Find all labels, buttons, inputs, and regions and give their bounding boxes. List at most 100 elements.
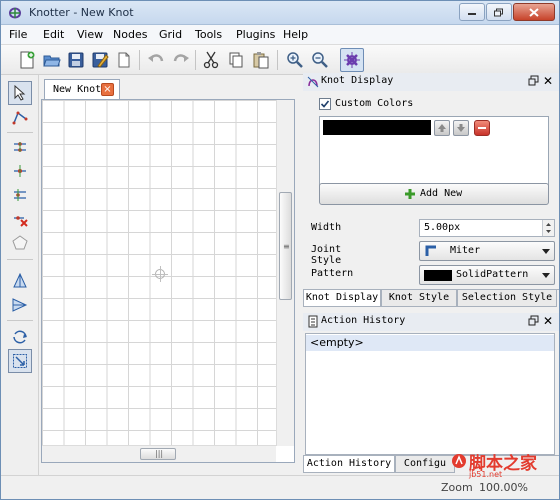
- zoom-out-icon: [312, 52, 328, 68]
- tab-knot-display[interactable]: Knot Display: [303, 290, 381, 307]
- scissors-icon: [203, 51, 219, 69]
- dropdown-caret-icon: [542, 273, 550, 278]
- menu-bar: File Edit View Nodes Grid Tools Plugins …: [1, 25, 559, 45]
- knot-display-icon: [307, 76, 319, 88]
- restore-button[interactable]: [486, 3, 512, 21]
- close-panel-icon[interactable]: ✕: [543, 74, 553, 88]
- vertical-scrollbar[interactable]: ≡: [276, 100, 294, 446]
- joint-style-value: Miter: [450, 245, 481, 256]
- action-history-title-bar: Action History ✕: [303, 313, 559, 331]
- save-button[interactable]: [64, 48, 88, 72]
- float-panel-icon[interactable]: [528, 75, 539, 86]
- joint-style-combo[interactable]: Miter: [419, 241, 555, 261]
- arrow-up-icon: [438, 124, 446, 132]
- select-tool[interactable]: [8, 81, 32, 105]
- document-area: New Knot × ≡ |||: [41, 79, 295, 463]
- paste-button[interactable]: [249, 48, 273, 72]
- document-tab[interactable]: New Knot ×: [44, 79, 120, 99]
- pattern-value: SolidPattern: [456, 269, 529, 280]
- horizontal-scrollbar[interactable]: |||: [42, 445, 276, 462]
- knot-canvas-grid[interactable]: [42, 100, 276, 446]
- redo-button[interactable]: [169, 48, 193, 72]
- width-label: Width: [311, 222, 342, 233]
- knot-icon: [344, 52, 360, 68]
- insert-node-icon: [14, 189, 26, 201]
- tab-configure[interactable]: Configu: [395, 456, 455, 473]
- minimize-icon: [468, 13, 476, 15]
- watermark: 脚本之家 jb51.net: [451, 447, 551, 487]
- app-window: Knotter - New Knot File Edit View Nodes …: [0, 0, 560, 500]
- polygon-tool[interactable]: [8, 231, 32, 255]
- copy-button[interactable]: [224, 48, 248, 72]
- open-file-button[interactable]: [40, 48, 64, 72]
- horizontal-scroll-thumb[interactable]: |||: [140, 448, 176, 460]
- new-file-button[interactable]: [15, 48, 39, 72]
- flip-horizontal-tool[interactable]: [8, 293, 32, 317]
- minimize-button[interactable]: [459, 3, 485, 21]
- checkmark-icon: [320, 100, 330, 108]
- menu-tools[interactable]: Tools: [195, 28, 222, 41]
- tab-selection-style[interactable]: Selection Style: [457, 290, 557, 307]
- close-tab-icon[interactable]: ×: [101, 83, 114, 96]
- undo-button[interactable]: [144, 48, 168, 72]
- save-as-button[interactable]: [88, 48, 112, 72]
- zoom-out-button[interactable]: [308, 48, 332, 72]
- zoom-in-button[interactable]: [283, 48, 307, 72]
- link-nodes-tool[interactable]: [8, 135, 32, 159]
- erase-node-tool[interactable]: [8, 207, 32, 231]
- close-window-button[interactable]: [513, 3, 555, 21]
- menu-grid[interactable]: Grid: [159, 28, 182, 41]
- menu-view[interactable]: View: [77, 28, 103, 41]
- width-spinbox[interactable]: 5.00px: [419, 219, 555, 237]
- export-button[interactable]: [112, 48, 136, 72]
- insert-node-tool[interactable]: [8, 183, 32, 207]
- knot-display-title: Knot Display: [321, 75, 394, 86]
- color-swatch[interactable]: [323, 120, 431, 135]
- float-panel-icon[interactable]: [528, 315, 539, 326]
- scale-tool[interactable]: [8, 349, 32, 373]
- move-color-up-button[interactable]: [434, 120, 450, 136]
- add-new-color-button[interactable]: Add New: [319, 183, 549, 205]
- pattern-combo[interactable]: SolidPattern: [419, 265, 555, 285]
- width-spin-buttons[interactable]: [542, 220, 554, 236]
- tab-knot-style[interactable]: Knot Style: [381, 290, 457, 307]
- copy-icon: [229, 52, 243, 68]
- paste-icon: [253, 52, 269, 69]
- menu-file[interactable]: File: [9, 28, 27, 41]
- custom-colors-list[interactable]: [319, 116, 549, 190]
- merge-nodes-tool[interactable]: [8, 159, 32, 183]
- list-item[interactable]: <empty>: [306, 335, 554, 351]
- menu-help[interactable]: Help: [283, 28, 308, 41]
- edge-tool[interactable]: [8, 105, 32, 129]
- redo-icon: [173, 54, 189, 62]
- action-history-list[interactable]: <empty>: [305, 333, 555, 455]
- undo-icon: [148, 54, 164, 62]
- action-history-title: Action History: [321, 315, 406, 326]
- add-new-label: Add New: [420, 188, 463, 199]
- knot-display-panel: Knot Display ✕ Custom Colors Add New Wid…: [303, 73, 559, 307]
- toggle-knot-view-button[interactable]: [340, 48, 364, 72]
- menu-nodes[interactable]: Nodes: [113, 28, 147, 41]
- flip-vertical-tool[interactable]: [8, 269, 32, 293]
- pointer-icon: [14, 85, 26, 101]
- title-bar: Knotter - New Knot: [1, 1, 559, 25]
- remove-color-button[interactable]: [474, 120, 490, 136]
- menu-edit[interactable]: Edit: [43, 28, 64, 41]
- watermark-logo-icon: [452, 454, 466, 468]
- tools-sidebar: [1, 75, 39, 499]
- menu-plugins[interactable]: Plugins: [236, 28, 275, 41]
- tab-action-history[interactable]: Action History: [303, 456, 395, 473]
- window-title: Knotter - New Knot: [29, 6, 134, 19]
- plus-icon: [405, 189, 415, 199]
- vertical-scroll-thumb[interactable]: ≡: [279, 192, 292, 300]
- cut-button[interactable]: [199, 48, 223, 72]
- move-color-down-button[interactable]: [453, 120, 469, 136]
- custom-colors-label: Custom Colors: [335, 98, 414, 109]
- dropdown-caret-icon: [542, 249, 550, 254]
- close-panel-icon[interactable]: ✕: [543, 314, 553, 328]
- rotate-icon: [13, 330, 27, 344]
- main-toolbar: [1, 45, 559, 75]
- rotate-tool[interactable]: [8, 325, 32, 349]
- knot-display-tabs: Knot Display Knot Style Selection Style: [303, 289, 559, 307]
- custom-colors-checkbox[interactable]: [319, 98, 331, 110]
